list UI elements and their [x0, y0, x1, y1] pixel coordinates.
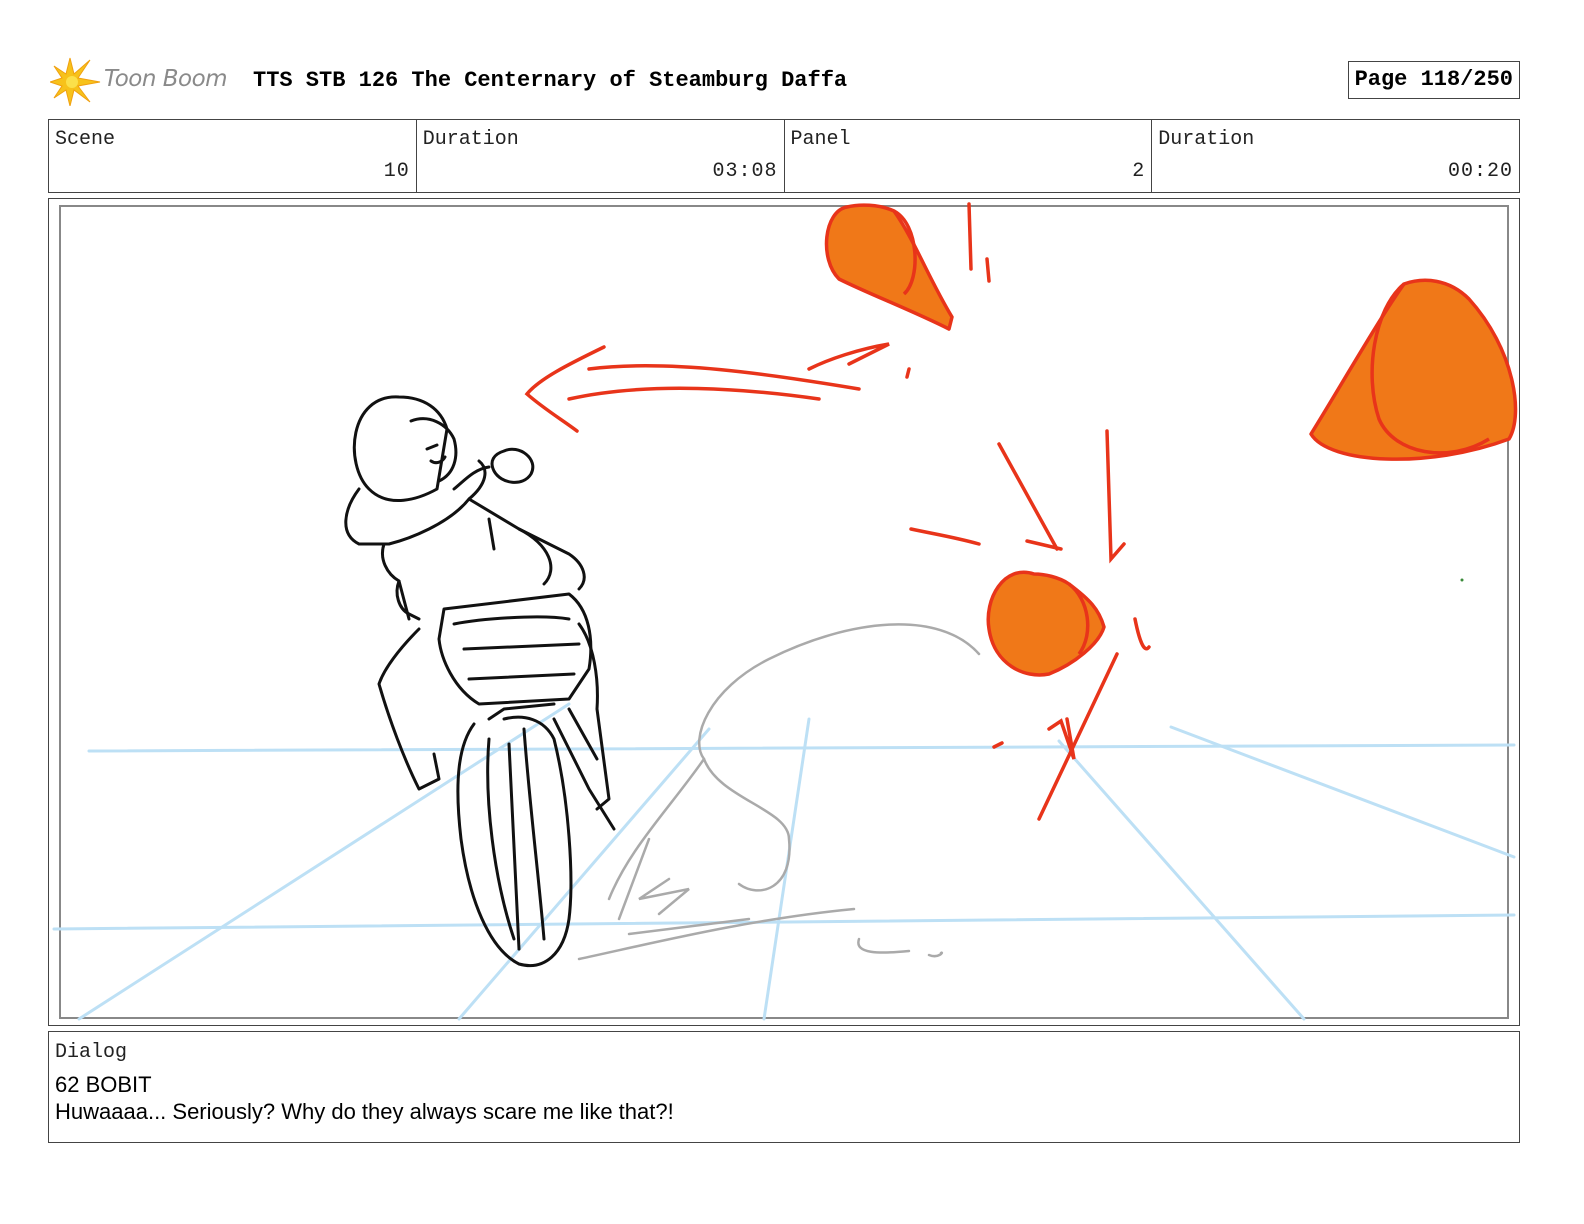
storyboard-panel [48, 198, 1520, 1026]
dust-cloud-sketch [577, 623, 981, 961]
dialog-line: Huwaaaa... Seriously? Why do they always… [55, 1099, 674, 1124]
panel-label: Panel [790, 128, 851, 151]
page-indicator: Page 118/250 [1347, 61, 1520, 99]
safe-area-frame [59, 205, 1509, 1019]
panel-value: 2 [1132, 160, 1146, 183]
starburst-icon [50, 57, 101, 106]
scene-label: Scene [55, 128, 116, 151]
scene-duration-value: 03:08 [712, 160, 778, 183]
stray-dot [1460, 578, 1464, 582]
dialog-box: Dialog 62 BOBIT Huwaaaa... Seriously? Wh… [48, 1031, 1520, 1143]
dialog-label: Dialog [55, 1041, 128, 1064]
page-header: Toon Boom TTS STB 126 The Centernary of … [48, 54, 1520, 106]
logo-text: Toon Boom [104, 66, 228, 92]
cone-top [824, 203, 954, 331]
motorcycle-riders-sketch [344, 395, 616, 967]
cone-right [1309, 278, 1518, 461]
scene-duration-label: Duration [422, 128, 519, 151]
dialog-speaker: 62 BOBIT [55, 1072, 152, 1097]
scene-value: 10 [383, 160, 410, 183]
orange-cones [824, 203, 1518, 677]
panel-duration-value: 00:20 [1447, 160, 1513, 183]
panel-cell: Panel 2 [785, 120, 1153, 192]
panel-duration-label: Duration [1158, 128, 1255, 151]
scene-info-table: Scene 10 Duration 03:08 Panel 2 Duration… [48, 119, 1520, 193]
document-title: TTS STB 126 The Centernary of Steamburg … [253, 68, 848, 93]
panel-sketch [52, 202, 1518, 1021]
speed-lines [524, 202, 1151, 821]
scene-duration-cell: Duration 03:08 [417, 120, 785, 192]
panel-duration-cell: Duration 00:20 [1152, 120, 1519, 192]
scene-cell: Scene 10 [49, 120, 417, 192]
perspective-guides [52, 702, 1516, 1021]
toon-boom-logo: Toon Boom [48, 54, 238, 106]
